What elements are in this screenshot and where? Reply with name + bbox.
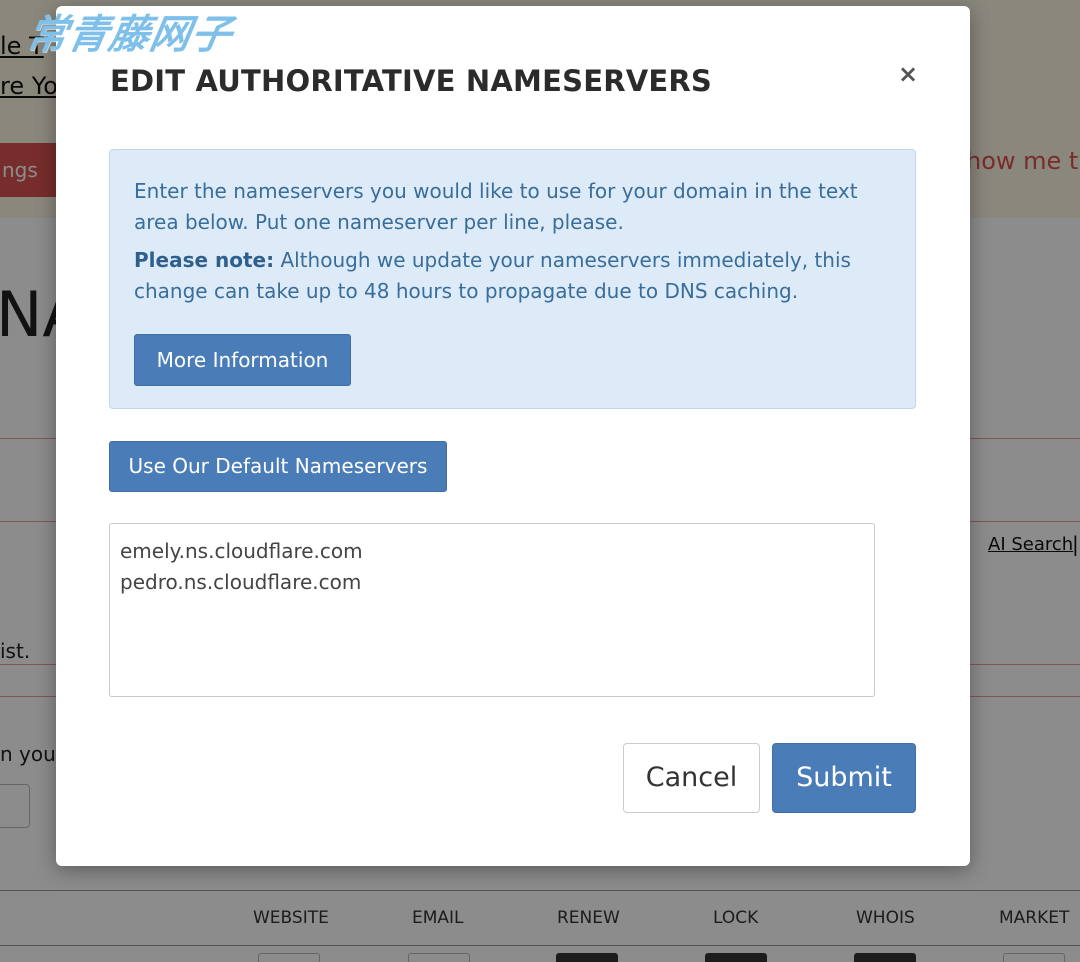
info-note: Please note: Although we update your nam… (134, 245, 894, 307)
nameserver-line: emely.ns.cloudflare.com (120, 539, 363, 563)
close-icon[interactable]: × (894, 60, 922, 88)
more-information-button[interactable]: More Information (134, 334, 351, 386)
submit-button[interactable]: Submit (772, 743, 916, 813)
nameserver-line: pedro.ns.cloudflare.com (120, 570, 362, 594)
watermark-text: 常青藤网子 (23, 12, 237, 58)
edit-nameservers-modal: EDIT AUTHORITATIVE NAMESERVERS × Enter t… (56, 6, 970, 866)
info-alert: Enter the nameservers you would like to … (109, 149, 916, 409)
cancel-button[interactable]: Cancel (623, 743, 760, 813)
use-default-nameservers-button[interactable]: Use Our Default Nameservers (109, 441, 447, 492)
info-text: Enter the nameservers you would like to … (134, 179, 858, 234)
modal-title: EDIT AUTHORITATIVE NAMESERVERS (110, 64, 713, 98)
info-note-label: Please note: (134, 248, 275, 272)
nameservers-textarea[interactable]: emely.ns.cloudflare.com pedro.ns.cloudfl… (109, 523, 875, 697)
